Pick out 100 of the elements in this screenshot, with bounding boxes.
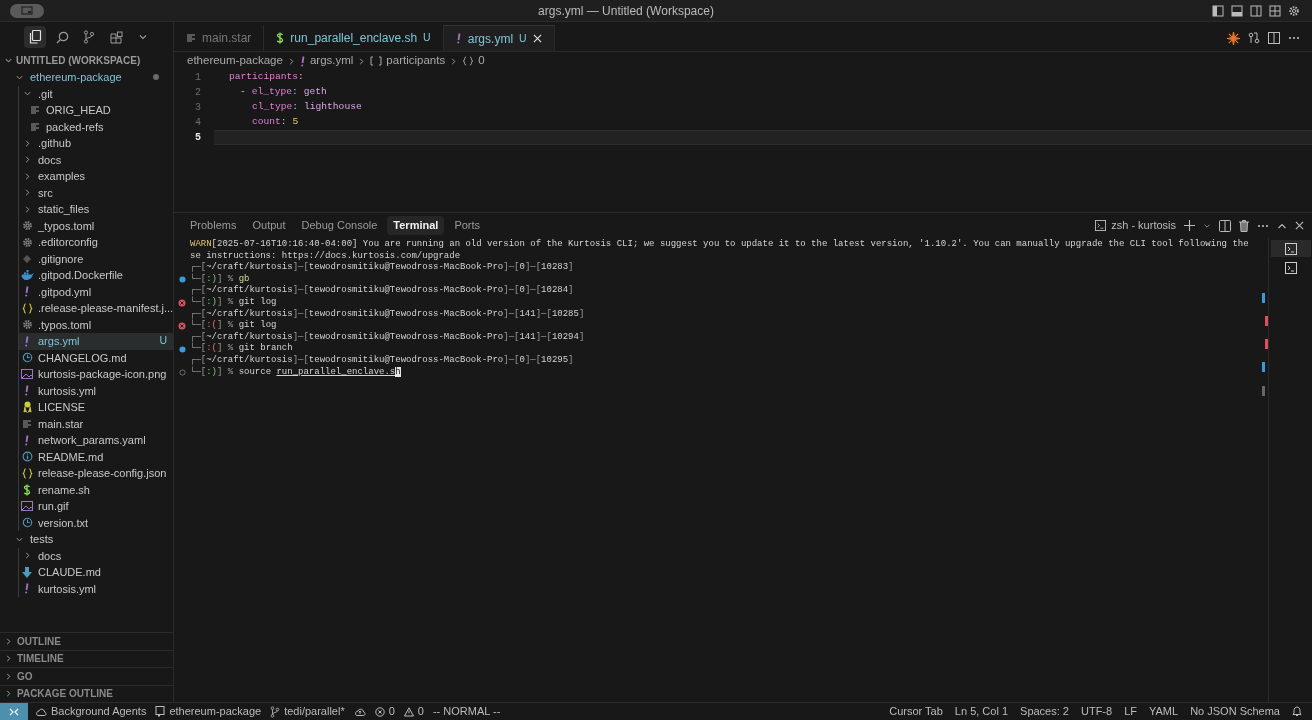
files-icon[interactable] (28, 30, 42, 44)
workspace-header[interactable]: UNTITLED (WORKSPACE) (16, 53, 141, 68)
tree-item[interactable]: .typos.toml (19, 316, 173, 333)
status-item[interactable]: LF (1124, 703, 1137, 720)
chevron-right-icon[interactable] (357, 56, 367, 66)
status-item[interactable]: YAML (1149, 703, 1179, 720)
chevron-right-icon[interactable] (449, 56, 459, 66)
exclamation-icon (455, 33, 462, 44)
compare-icon[interactable] (1248, 32, 1260, 44)
status-item[interactable]: No JSON Schema (1190, 703, 1280, 720)
editor-tab[interactable]: args.yml U (443, 25, 555, 51)
terminal-line: ┌─[~/craft/kurtosis]─[tewodrosmitiku@Tewodross-MacBook-Pro]─[0]─[10283] (190, 262, 574, 273)
sidebar-toggle-icon[interactable] (10, 3, 44, 18)
status-item[interactable]: UTF-8 (1080, 703, 1113, 720)
tree-item[interactable]: .github (19, 135, 173, 152)
status-item[interactable]: Background Agents (35, 703, 147, 720)
exclamation-icon (24, 286, 30, 298)
terminal-selector[interactable]: zsh - kurtosis (1095, 217, 1176, 234)
close-icon[interactable] (532, 34, 542, 43)
tree-item[interactable]: examples (19, 168, 173, 185)
section-header[interactable]: TIMELINE (0, 649, 173, 667)
tree-item[interactable]: rename.sh (19, 481, 173, 498)
tree-item[interactable]: docs (19, 547, 173, 564)
split-editor-icon[interactable] (1268, 32, 1280, 44)
tree-item[interactable]: packed-refs (26, 118, 173, 135)
status-item[interactable]: tedi/parallel* (270, 703, 345, 720)
status-item[interactable]: Spaces: 2 (1020, 703, 1069, 720)
layout-grid-icon[interactable] (1269, 4, 1281, 17)
code-line: - el_type: geth (239, 85, 328, 100)
status-item[interactable]: Cursor Tab (889, 703, 943, 720)
chevron-down-icon[interactable] (138, 32, 148, 42)
cloud-upload-icon[interactable] (353, 707, 366, 716)
tree-item[interactable]: .gitpod.yml (19, 283, 173, 300)
tree-item[interactable]: network_params.yaml (19, 432, 173, 449)
tree-item[interactable]: .release-please-manifest.j... (19, 300, 173, 317)
section-header[interactable]: GO (0, 667, 173, 685)
split-terminal-icon[interactable] (1219, 219, 1231, 232)
status-item[interactable]: ethereum-package (155, 703, 262, 720)
branch-icon[interactable] (83, 30, 95, 44)
tree-item[interactable]: .git (19, 85, 173, 102)
tree-item[interactable]: kurtosis.yml (19, 580, 173, 597)
tree-item[interactable]: LICENSE (19, 399, 173, 416)
tree-item[interactable]: CHANGELOG.md (19, 349, 173, 366)
command-error-icon[interactable] (178, 321, 186, 330)
tree-item[interactable]: src (19, 184, 173, 201)
tree-item[interactable]: README.md (19, 448, 173, 465)
tree-item[interactable]: _typos.toml (19, 217, 173, 234)
more-icon[interactable] (1288, 36, 1300, 40)
tree-item[interactable]: run.gif (19, 498, 173, 515)
section-header[interactable]: OUTLINE (0, 632, 173, 650)
sidebar-layout-icon[interactable] (1212, 4, 1224, 17)
ribbon-icon (22, 401, 32, 414)
command-success-dot[interactable] (178, 276, 186, 284)
tree-item[interactable]: kurtosis.yml (19, 382, 173, 399)
panel-layout-icon[interactable] (1231, 4, 1243, 17)
tree-item[interactable]: .editorconfig (19, 234, 173, 251)
tree-item[interactable]: main.star (19, 415, 173, 432)
panel-tab[interactable]: Problems (184, 216, 243, 235)
panel-tab[interactable]: Debug Console (295, 216, 384, 235)
branch-icon (270, 705, 281, 718)
breadcrumb-item[interactable]: args.yml (299, 52, 354, 70)
tree-item[interactable]: ORIG_HEAD (26, 102, 173, 119)
tree-item[interactable]: ethereum-package (0, 69, 173, 86)
tree-item[interactable]: .gitignore (19, 250, 173, 267)
search-icon[interactable] (55, 30, 69, 44)
command-success-dot[interactable] (178, 345, 186, 353)
panel-tab[interactable]: Output (246, 216, 292, 235)
trash-icon[interactable] (1239, 219, 1249, 232)
status-item[interactable]: 0 (403, 703, 424, 720)
secondary-sidebar-icon[interactable] (1250, 4, 1262, 17)
tree-item[interactable]: version.txt (19, 514, 173, 531)
remote-button[interactable] (0, 702, 28, 720)
terminal-list-item[interactable] (1270, 240, 1311, 257)
tree-item[interactable]: tests (0, 531, 173, 548)
repo-icon (155, 706, 166, 717)
terminal-line: └─[:)] % gb (190, 273, 250, 285)
tree-item[interactable]: kurtosis-package-icon.png (19, 366, 173, 383)
tree-item[interactable]: static_files (19, 201, 173, 218)
more-icon[interactable] (1257, 223, 1269, 228)
extensions-icon[interactable] (109, 30, 123, 44)
terminal-line: └─[:)] % source run_parallel_enclave.sh (190, 366, 401, 379)
panel-tab[interactable]: Terminal (387, 216, 445, 235)
panel-tab[interactable]: Ports (448, 216, 487, 235)
plus-icon[interactable] (1184, 220, 1195, 231)
tree-item[interactable]: release-please-config.json (19, 465, 173, 482)
tree-item[interactable]: args.yml U (19, 333, 173, 350)
tree-item[interactable]: CLAUDE.md (19, 564, 173, 581)
status-item[interactable]: -- NORMAL -- (432, 703, 501, 720)
sparkle-icon[interactable] (1227, 31, 1240, 45)
tree-item[interactable]: docs (19, 151, 173, 168)
status-item[interactable]: 0 (374, 703, 395, 720)
command-error-icon[interactable] (178, 298, 186, 307)
settings-icon[interactable] (1288, 4, 1300, 17)
bell-icon[interactable] (1292, 706, 1302, 717)
tree-item[interactable]: .gitpod.Dockerfile (19, 267, 173, 284)
breadcrumb-item[interactable]: ethereum-package (187, 52, 283, 70)
status-item[interactable]: Ln 5, Col 1 (954, 703, 1009, 720)
breadcrumb-item[interactable]: participants (370, 52, 446, 70)
breadcrumb-item[interactable]: 0 (462, 52, 485, 70)
close-icon[interactable] (1295, 221, 1304, 230)
